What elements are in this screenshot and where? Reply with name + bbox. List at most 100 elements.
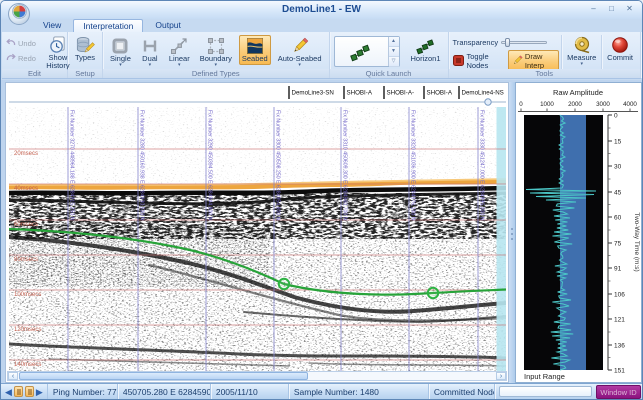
horizon1-chain-icon (415, 37, 437, 55)
crossing-label: SHOBI-A (427, 90, 453, 97)
time-gridline-label: 100msecs (14, 292, 41, 298)
horizon-spinner[interactable]: ▲▼▽ (388, 37, 399, 66)
spinner-more-icon[interactable]: ▽ (389, 57, 399, 67)
dropdown-caret-icon: ▾ (215, 63, 218, 68)
crossing-label: SHOBI-A- (387, 90, 415, 97)
time-tick-label: 45 (614, 189, 622, 196)
time-axis-title: Two-Way Time (m:s) (633, 212, 640, 271)
scroll-left-icon[interactable]: ‹ (8, 372, 18, 380)
horizontal-scrollbar[interactable]: ‹ › (7, 371, 507, 381)
horizon-node[interactable] (428, 288, 438, 298)
ribbon-button-linear[interactable]: Linear▾ (166, 35, 193, 70)
ribbon-button-auto-seabed[interactable]: Auto-Seabed▾ (275, 35, 325, 70)
commit-button[interactable]: Commit (604, 34, 636, 64)
types-button[interactable]: Types (72, 34, 98, 64)
tab-view[interactable]: View (34, 19, 70, 32)
status-progress-well (499, 386, 592, 397)
app-logo-icon (12, 4, 27, 24)
status-date: 2005/11/10 (211, 384, 289, 399)
measure-button[interactable]: Measure ▾ (564, 34, 599, 69)
crossing-label: DemoLine3-SN (292, 90, 334, 97)
tab-output[interactable]: Output (146, 19, 190, 32)
transparency-slider[interactable] (501, 41, 547, 44)
fix-line-label: Fix Number 3290 450394.500 E 6284944.800… (207, 110, 213, 221)
transparency-slider-thumb[interactable] (505, 38, 510, 47)
pause-playback-icon[interactable] (14, 386, 23, 397)
amplitude-x-tick-label: 3000 (596, 101, 610, 108)
time-tick-label: 106 (614, 291, 625, 298)
scrollbar-thumb[interactable] (19, 372, 308, 380)
dual-icon (141, 37, 159, 55)
scroll-right-icon[interactable]: › (496, 372, 506, 380)
amplitude-x-tick-label: 2000 (568, 101, 582, 108)
horizon-node[interactable] (279, 279, 289, 289)
ribbon-button-dual[interactable]: Dual▾ (138, 35, 162, 70)
time-tick-label: 91 (614, 265, 622, 272)
crossing-lines-strip: DemoLine3-SNSHOBI-ASHOBI-A-SHOBI-ADemoLi… (9, 84, 506, 106)
amplitude-title: Raw Amplitude (553, 88, 603, 97)
ribbon-group-defined-types: Single▾Dual▾Linear▾Boundary▾SeabedAuto-S… (103, 32, 329, 78)
horizon-chain-icon (335, 42, 388, 62)
measure-tape-icon (572, 36, 592, 54)
time-tick-label: 0 (614, 112, 618, 119)
ribbon-button-boundary[interactable]: Boundary▾ (197, 35, 235, 70)
position-slider-thumb[interactable] (485, 99, 491, 105)
horizon1-button[interactable]: Horizon1 (408, 35, 444, 65)
group-label-setup: Setup (68, 69, 102, 78)
prev-ping-icon[interactable]: ◀ (5, 385, 12, 399)
ribbon-group-setup: Types Setup (68, 32, 103, 78)
fix-line-label: Fix Number 3280 450160.938 E 6284930.500… (139, 110, 145, 221)
fix-line-label: Fix Number 3270 448964.188 E 6284915.250… (69, 110, 75, 221)
restore-button[interactable]: □ (604, 3, 619, 15)
amplitude-x-tick-label: 1000 (540, 101, 554, 108)
ribbon-button-seabed[interactable]: Seabed (239, 35, 271, 65)
close-button[interactable]: ✕ (622, 3, 637, 15)
ribbon-group-edit: Undo Redo Show History Edit (2, 32, 68, 78)
fix-line-label: Fix Number 3310 450609.300 E 6284960.700… (342, 110, 348, 221)
time-gridline-label: 40msecs (14, 186, 38, 192)
app-menu-button[interactable] (8, 3, 30, 25)
time-gridline-label: 140msecs (14, 362, 41, 368)
history-clock-icon (48, 36, 67, 54)
time-tick-label: 151 (614, 367, 625, 374)
input-range-band[interactable] (560, 115, 586, 370)
status-fields: Ping Number: 77934450705.280 E 6284590.0… (48, 384, 495, 399)
ping-nav-cluster: ◀ ▶ (1, 384, 48, 399)
undo-button[interactable]: Undo (6, 38, 36, 49)
dropdown-caret-icon: ▾ (580, 62, 583, 67)
redo-button[interactable]: Redo (6, 53, 36, 64)
window-id-button[interactable]: Window ID (596, 385, 641, 399)
minimize-button[interactable]: – (586, 3, 601, 15)
title-bar: DemoLine1 - EW – □ ✕ (1, 1, 642, 19)
crossing-label: DemoLine4-NS (462, 90, 504, 97)
time-tick-label: 60 (614, 214, 622, 221)
ribbon-group-quick-launch: ▲▼▽ Horizon1 Quick Launch (330, 32, 449, 78)
transparency-label: Transparency (453, 38, 499, 47)
pencil-icon (291, 37, 309, 55)
document-area: DemoLine3-SNSHOBI-ASHOBI-A-SHOBI-ADemoLi… (1, 80, 642, 383)
horizon-list[interactable]: ▲▼▽ (334, 36, 400, 67)
ribbon-button-single[interactable]: Single▾ (107, 35, 134, 70)
next-ping-icon[interactable]: ▶ (36, 385, 43, 399)
boundary-icon (207, 37, 225, 55)
undo-icon (6, 38, 16, 49)
toggle-nodes-button[interactable]: Toggle Nodes (467, 52, 505, 70)
time-tick-label: 15 (614, 138, 622, 145)
redo-icon (6, 53, 16, 64)
seismic-canvas[interactable]: 20msecs40msecs60msecs80msecs100msecs120m… (9, 107, 506, 372)
app-window: DemoLine1 - EW – □ ✕ ViewInterpretationO… (0, 0, 643, 400)
dropdown-caret-icon: ▾ (178, 63, 181, 68)
seismic-view: DemoLine3-SNSHOBI-ASHOBI-A-SHOBI-ADemoLi… (5, 82, 509, 383)
amplitude-x-tick-label: 4000 (623, 101, 637, 108)
current-ping-cursor (497, 107, 507, 372)
spinner-up-icon[interactable]: ▲ (389, 37, 399, 47)
input-range-label: Input Range (524, 372, 565, 381)
status-committed-nodes: Committed Nodes. (429, 384, 495, 399)
scrollbar-track[interactable] (308, 372, 496, 380)
tab-interpretation[interactable]: Interpretation (73, 19, 143, 32)
spinner-down-icon[interactable]: ▼ (389, 47, 399, 57)
time-tick-label: 75 (614, 240, 622, 247)
toggle-nodes-icon (453, 55, 464, 68)
dropdown-caret-icon: ▾ (119, 63, 122, 68)
stop-playback-icon[interactable] (25, 386, 34, 397)
